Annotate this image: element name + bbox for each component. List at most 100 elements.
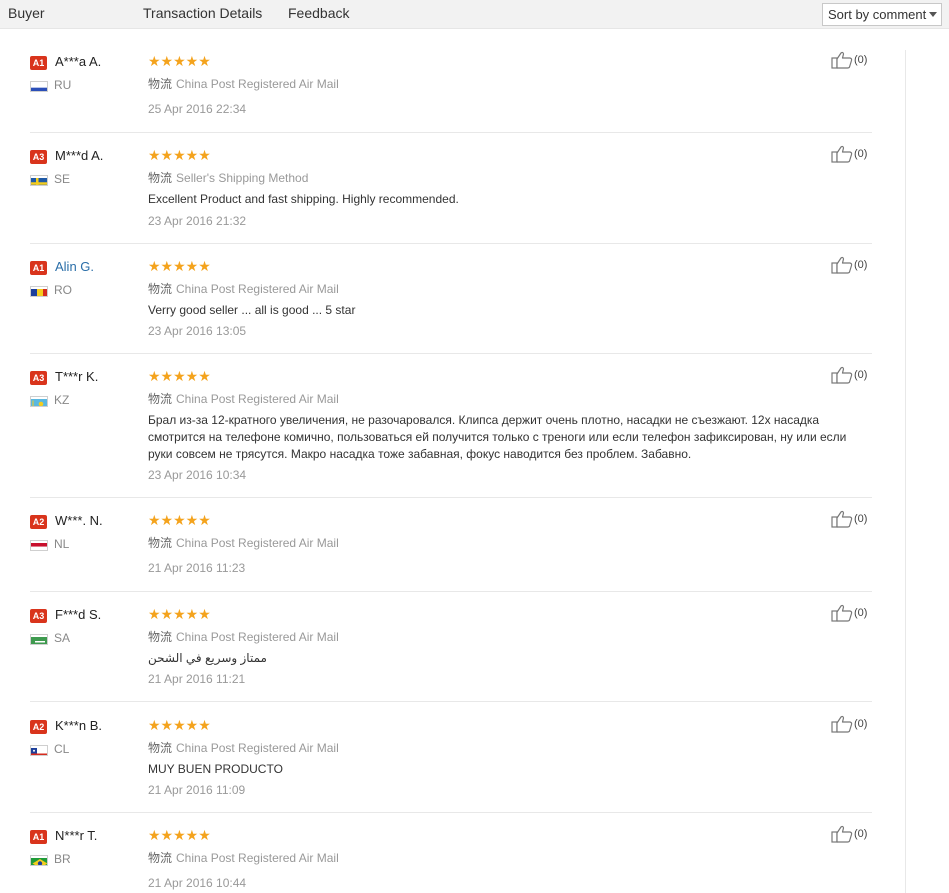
buyer-level-badge: A3 xyxy=(30,371,47,385)
buyer-level-badge: A1 xyxy=(30,56,47,70)
star-rating: ★★★★★ xyxy=(148,368,211,384)
logistics-value: China Post Registered Air Mail xyxy=(176,392,339,406)
table-header: Buyer Transaction Details Feedback Sort … xyxy=(0,0,949,29)
country-code: SE xyxy=(54,172,71,186)
review-row: A3 M***d A. SE ★★★★★ 物流 Seller's Shipping… xyxy=(30,145,872,244)
logistics-method: 物流 Seller's Shipping Method xyxy=(148,169,308,186)
helpful-button[interactable]: (0) xyxy=(831,510,867,528)
buyer-name: K***n B. xyxy=(55,718,102,733)
country-code: RO xyxy=(54,283,72,297)
country-code: NL xyxy=(54,537,70,551)
column-header-feedback: Feedback xyxy=(288,5,350,21)
flag-sa-icon xyxy=(30,634,48,645)
flag-ru-icon xyxy=(30,81,48,92)
buyer-level-badge: A2 xyxy=(30,515,47,529)
logistics-value: China Post Registered Air Mail xyxy=(176,536,339,550)
review-row: A2 K***n B. CL ★★★★★ 物流 China Post Regist… xyxy=(30,715,872,813)
logistics-value: Seller's Shipping Method xyxy=(176,171,309,185)
review-row: A1 N***r T. BR ★★★★★ 物流 China Post Regist… xyxy=(30,825,872,893)
helpful-count: (0) xyxy=(854,607,868,619)
buyer-level-badge: A1 xyxy=(30,261,47,275)
logistics-method: 物流 China Post Registered Air Mail xyxy=(148,280,339,297)
helpful-button[interactable]: (0) xyxy=(831,256,867,274)
buyer-name: M***d A. xyxy=(55,148,104,163)
review-date: 21 Apr 2016 11:23 xyxy=(148,561,246,575)
helpful-count: (0) xyxy=(854,718,868,730)
list-frame-divider xyxy=(905,50,906,893)
buyer-level-badge: A3 xyxy=(30,609,47,623)
buyer-level-badge: A3 xyxy=(30,150,47,164)
logistics-value: China Post Registered Air Mail xyxy=(176,851,339,865)
helpful-button[interactable]: (0) xyxy=(831,366,867,384)
star-rating: ★★★★★ xyxy=(148,606,211,622)
buyer-name-link[interactable]: Alin G. xyxy=(55,259,94,274)
review-comment: MUY BUEN PRODUCTO xyxy=(148,762,283,776)
star-rating: ★★★★★ xyxy=(148,53,211,69)
logistics-label: 物流 xyxy=(148,392,173,406)
thumbs-up-icon xyxy=(831,510,853,528)
helpful-count: (0) xyxy=(854,369,868,381)
star-rating: ★★★★★ xyxy=(148,717,211,733)
star-rating: ★★★★★ xyxy=(148,147,211,163)
logistics-label: 物流 xyxy=(148,171,173,185)
logistics-method: 物流 China Post Registered Air Mail xyxy=(148,739,339,756)
review-row: A2 W***. N. NL ★★★★★ 物流 China Post Regist… xyxy=(30,510,872,592)
country-code: BR xyxy=(54,852,71,866)
review-date: 23 Apr 2016 13:05 xyxy=(148,324,247,338)
star-rating: ★★★★★ xyxy=(148,827,211,843)
helpful-count: (0) xyxy=(854,828,868,840)
flag-br-icon xyxy=(30,855,48,866)
helpful-count: (0) xyxy=(854,259,868,271)
star-rating: ★★★★★ xyxy=(148,512,211,528)
review-date: 21 Apr 2016 10:44 xyxy=(148,876,247,890)
helpful-count: (0) xyxy=(854,148,868,160)
logistics-label: 物流 xyxy=(148,741,173,755)
column-header-buyer: Buyer xyxy=(8,5,45,21)
buyer-name: W***. N. xyxy=(55,513,103,528)
sort-select[interactable]: Sort by comment xyxy=(822,3,942,26)
buyer-name: A***a A. xyxy=(55,54,102,69)
sort-select-value: Sort by comment xyxy=(828,7,927,22)
buyer-level-badge: A1 xyxy=(30,830,47,844)
country-code: CL xyxy=(54,742,70,756)
buyer-level-badge: A2 xyxy=(30,720,47,734)
logistics-value: China Post Registered Air Mail xyxy=(176,741,339,755)
review-date: 23 Apr 2016 10:34 xyxy=(148,468,247,482)
helpful-count: (0) xyxy=(854,513,868,525)
logistics-method: 物流 China Post Registered Air Mail xyxy=(148,75,339,92)
helpful-button[interactable]: (0) xyxy=(831,604,867,622)
helpful-button[interactable]: (0) xyxy=(831,715,867,733)
logistics-value: China Post Registered Air Mail xyxy=(176,77,339,91)
logistics-label: 物流 xyxy=(148,630,173,644)
country-code: RU xyxy=(54,78,72,92)
thumbs-up-icon xyxy=(831,51,853,69)
review-row: A1 A***a A. RU ★★★★★ 物流 China Post Regist… xyxy=(30,51,872,133)
flag-kz-icon xyxy=(30,396,48,407)
review-date: 25 Apr 2016 22:34 xyxy=(148,102,247,116)
logistics-label: 物流 xyxy=(148,77,173,91)
helpful-button[interactable]: (0) xyxy=(831,825,867,843)
buyer-name: F***d S. xyxy=(55,607,102,622)
review-comment: ممتاز وسريع في الشحن xyxy=(148,651,267,665)
logistics-method: 物流 China Post Registered Air Mail xyxy=(148,390,339,407)
thumbs-up-icon xyxy=(831,256,853,274)
country-code: SA xyxy=(54,631,71,645)
thumbs-up-icon xyxy=(831,715,853,733)
review-date: 23 Apr 2016 21:32 xyxy=(148,214,247,228)
logistics-value: China Post Registered Air Mail xyxy=(176,630,339,644)
review-date: 21 Apr 2016 11:21 xyxy=(148,672,246,686)
review-comment: Excellent Product and fast shipping. Hig… xyxy=(148,192,459,206)
helpful-button[interactable]: (0) xyxy=(831,145,867,163)
logistics-label: 物流 xyxy=(148,536,173,550)
flag-ro-icon xyxy=(30,286,48,297)
chevron-down-icon xyxy=(929,12,937,17)
review-comment: Брал из-за 12-кратного увеличения, не ра… xyxy=(148,413,847,461)
logistics-label: 物流 xyxy=(148,282,173,296)
buyer-name: N***r T. xyxy=(55,828,98,843)
review-row: A3 F***d S. SA ★★★★★ 物流 China Post Regist… xyxy=(30,604,872,702)
helpful-button[interactable]: (0) xyxy=(831,51,867,69)
logistics-label: 物流 xyxy=(148,851,173,865)
buyer-name: T***r K. xyxy=(55,369,99,384)
thumbs-up-icon xyxy=(831,145,853,163)
thumbs-up-icon xyxy=(831,604,853,622)
